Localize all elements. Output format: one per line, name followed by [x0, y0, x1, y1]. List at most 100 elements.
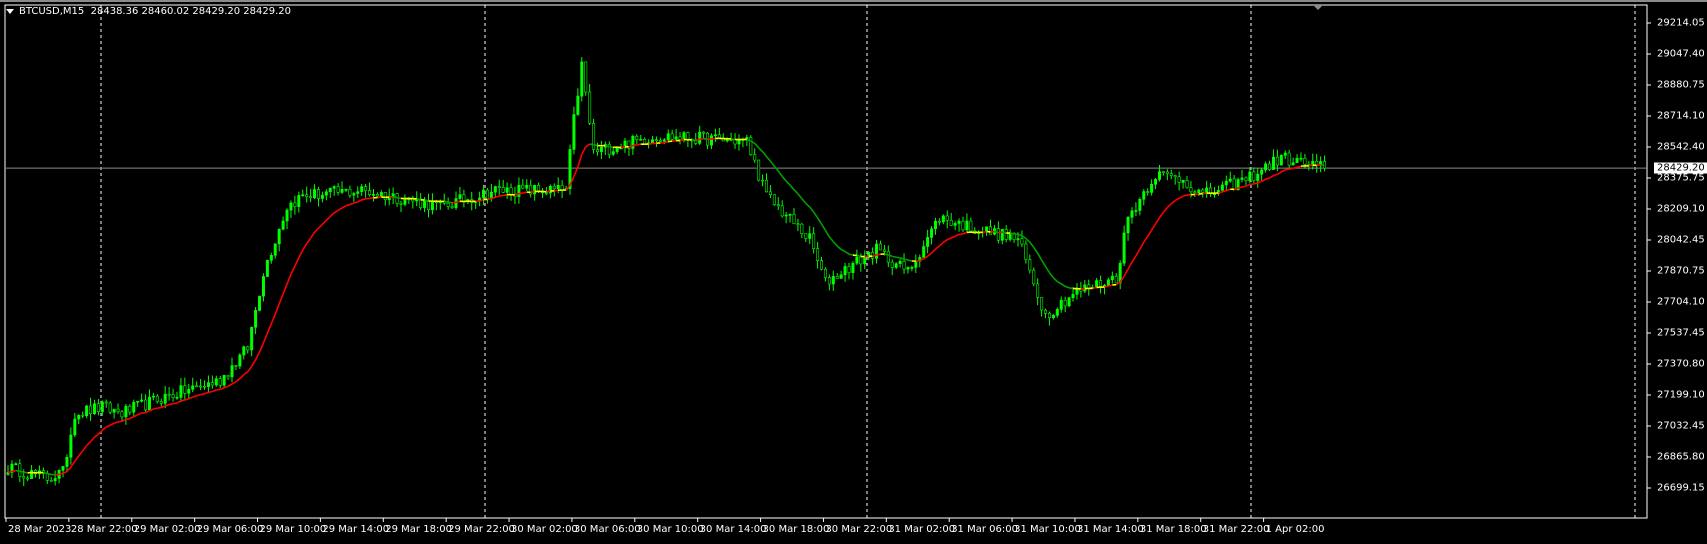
bull-candle [1071, 293, 1075, 299]
bear-candle [796, 223, 800, 226]
bear-candle [128, 405, 132, 413]
bull-candle [328, 187, 332, 193]
bull-candle [261, 276, 265, 297]
bull-candle [1197, 189, 1201, 193]
bull-candle [285, 209, 289, 222]
bull-candle [313, 189, 317, 199]
moving-average-segment [317, 223, 323, 229]
bear-candle [309, 196, 313, 199]
bear-candle [757, 159, 761, 181]
bull-candle [254, 310, 258, 328]
bull-candle [1126, 216, 1130, 234]
moving-average-segment [1218, 191, 1223, 194]
x-tick-label: 31 Mar 10:00 [1014, 524, 1081, 535]
moving-average-segment [801, 198, 807, 204]
moving-average-segment [934, 245, 940, 250]
moving-average-segment [518, 192, 523, 195]
moving-average-segment [699, 137, 704, 141]
bull-candle [65, 457, 69, 467]
y-tick-label: 28542.40 [1657, 141, 1705, 153]
moving-average-segment [1033, 246, 1039, 254]
bull-candle [713, 134, 717, 137]
bear-candle [820, 260, 824, 270]
bear-candle [1165, 171, 1169, 174]
moving-average-segment [1261, 178, 1266, 182]
bear-candle [949, 219, 953, 226]
bear-candle [368, 190, 372, 196]
bull-candle [1142, 191, 1146, 200]
bull-candle [430, 200, 434, 211]
bear-candle [167, 393, 171, 396]
bear-candle [886, 251, 890, 263]
dropdown-triangle-icon[interactable] [6, 8, 14, 14]
moving-average-segment [903, 258, 909, 261]
moving-average-segment [1123, 268, 1129, 277]
bear-candle [804, 233, 808, 239]
bull-candle [894, 263, 898, 268]
bear-candle [1020, 238, 1024, 245]
moving-average-segment [231, 381, 237, 385]
bear-candle [1252, 171, 1256, 181]
moving-average-segment [1253, 182, 1258, 185]
bull-candle [344, 188, 348, 191]
bear-candle [584, 61, 588, 93]
moving-average-segment [836, 245, 842, 251]
bull-candle [737, 139, 741, 145]
moving-average-segment [125, 417, 131, 421]
moving-average-segment [392, 196, 398, 199]
bull-candle [1279, 155, 1283, 166]
bear-candle [104, 401, 108, 404]
moving-average-segment [1048, 272, 1055, 279]
moving-average-segment [254, 351, 261, 361]
moving-average-segment [1265, 177, 1270, 180]
bull-candle [576, 95, 580, 115]
moving-average-segment [884, 253, 889, 256]
bear-candle [1032, 269, 1036, 285]
moving-average-segment [109, 422, 115, 426]
price-chart[interactable] [0, 0, 1707, 544]
bear-candle [800, 223, 804, 234]
moving-average-segment [487, 197, 492, 201]
bear-candle [1146, 191, 1150, 193]
bear-candle [348, 188, 352, 196]
moving-average-segment [828, 236, 834, 243]
moving-average-segment [1068, 287, 1074, 290]
bear-candle [544, 192, 548, 195]
moving-average-segment [832, 241, 838, 247]
moving-average-segment [43, 471, 48, 475]
bear-candle [521, 184, 525, 189]
moving-average-segment [930, 248, 937, 254]
moving-average-segment [294, 257, 300, 267]
moving-average-segment [950, 235, 956, 239]
bull-candle [332, 186, 336, 189]
bull-candle [124, 405, 128, 418]
bear-candle [159, 401, 163, 404]
moving-average-segment [1017, 233, 1023, 237]
bull-candle [14, 463, 18, 466]
moving-average-segment [113, 421, 119, 425]
moving-average-segment [70, 460, 76, 468]
bear-candle [768, 191, 772, 195]
shift-marker-icon [1313, 5, 1323, 10]
moving-average-segment [848, 253, 854, 256]
moving-average-segment [530, 190, 535, 194]
bear-candle [937, 220, 941, 223]
x-tick-label: 30 Mar 22:00 [825, 524, 893, 535]
y-tick-label: 28375.75 [1657, 172, 1705, 184]
bull-candle [674, 136, 678, 140]
bear-candle [195, 385, 199, 388]
moving-average-segment [47, 472, 52, 476]
bull-candle [458, 194, 462, 199]
bull-candle [1228, 178, 1232, 182]
chart-header: BTCUSD,M15 28438.36 28460.02 28429.20 28… [6, 6, 291, 17]
moving-average-segment [844, 250, 850, 255]
bear-candle [694, 140, 698, 144]
bull-candle [1150, 183, 1154, 193]
bear-candle [22, 476, 26, 479]
bear-candle [497, 186, 501, 188]
current-price-label: 28429.20 [1654, 162, 1707, 174]
moving-average-segment [758, 147, 764, 153]
bear-candle [780, 205, 784, 217]
moving-average-segment [153, 407, 158, 410]
bull-candle [265, 260, 269, 277]
